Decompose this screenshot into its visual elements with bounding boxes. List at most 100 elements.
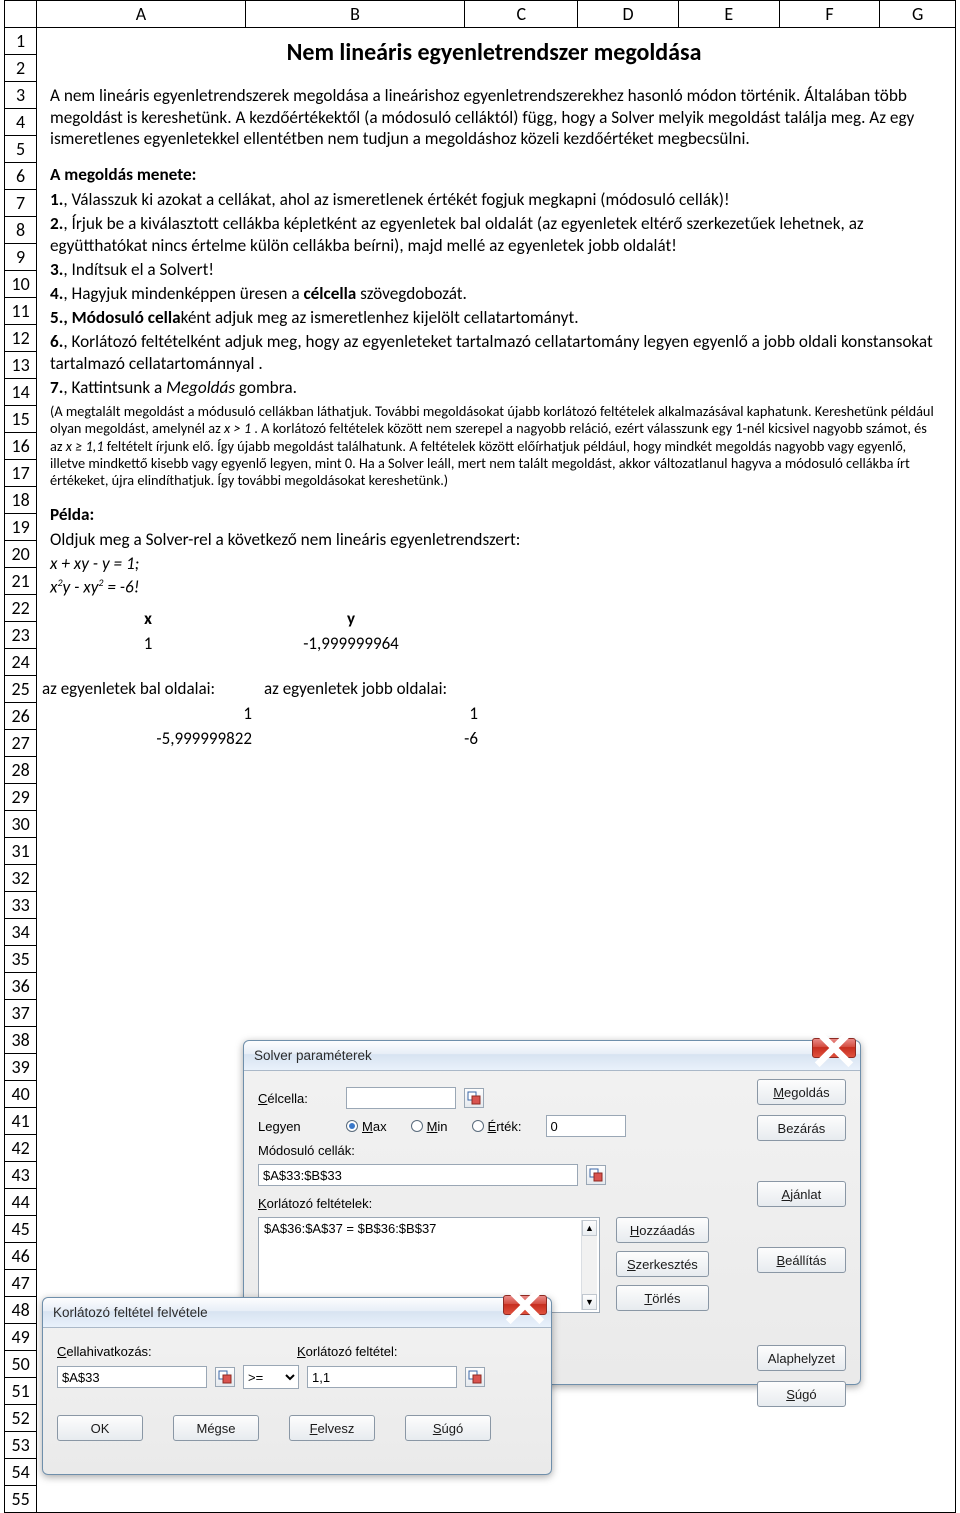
- radio-value[interactable]: Érték:: [472, 1119, 522, 1134]
- constraint-value-input[interactable]: [307, 1366, 457, 1388]
- row-header-43[interactable]: 43: [5, 1162, 37, 1189]
- constraint-item[interactable]: $A$36:$A$37 = $B$36:$B$37: [264, 1221, 594, 1236]
- row-header-17[interactable]: 17: [5, 460, 37, 487]
- refedit-icon[interactable]: [465, 1367, 485, 1387]
- radio-max[interactable]: Max: [346, 1119, 387, 1134]
- row-header-6[interactable]: 6: [5, 163, 37, 190]
- radio-min[interactable]: Min: [411, 1119, 448, 1134]
- add-button[interactable]: Felvesz: [289, 1415, 375, 1441]
- scroll-up-icon[interactable]: ▲: [582, 1220, 597, 1236]
- constraint-value-label: Korlátozó feltétel:: [297, 1344, 397, 1359]
- row-header-10[interactable]: 10: [5, 271, 37, 298]
- solver-buttons-column: Megoldás Bezárás Ajánlat Beállítás Alaph…: [757, 1079, 846, 1407]
- scrollbar[interactable]: ▲ ▼: [581, 1220, 597, 1310]
- row-header-49[interactable]: 49: [5, 1324, 37, 1351]
- row-header-29[interactable]: 29: [5, 784, 37, 811]
- row-header-54[interactable]: 54: [5, 1459, 37, 1486]
- row-header-11[interactable]: 11: [5, 298, 37, 325]
- solver-title: Solver paraméterek: [254, 1048, 854, 1063]
- suggest-button[interactable]: Ajánlat: [757, 1181, 846, 1207]
- row-header-15[interactable]: 15: [5, 406, 37, 433]
- target-cell-input[interactable]: [346, 1087, 456, 1109]
- refedit-icon[interactable]: [586, 1165, 606, 1185]
- step-7: 7., Kattintsunk a Megoldás gombra.: [50, 377, 938, 399]
- row-header-34[interactable]: 34: [5, 919, 37, 946]
- row-header-27[interactable]: 27: [5, 730, 37, 757]
- edit-constraint-button[interactable]: Szerkesztés: [616, 1251, 709, 1277]
- row-header-3[interactable]: 3: [5, 82, 37, 109]
- delete-constraint-button[interactable]: Törlés: [616, 1285, 709, 1311]
- col-header-F[interactable]: F: [779, 1, 880, 28]
- row-header-42[interactable]: 42: [5, 1135, 37, 1162]
- refedit-icon[interactable]: [464, 1088, 484, 1108]
- cell-ref-input[interactable]: [57, 1366, 207, 1388]
- row-header-52[interactable]: 52: [5, 1405, 37, 1432]
- row-header-2[interactable]: 2: [5, 55, 37, 82]
- row-header-24[interactable]: 24: [5, 649, 37, 676]
- close-icon[interactable]: [812, 1038, 856, 1058]
- cancel-button[interactable]: Mégse: [173, 1415, 259, 1441]
- add-constraint-button[interactable]: Hozzáadás: [616, 1217, 709, 1243]
- changing-cells-input[interactable]: [258, 1164, 578, 1186]
- row-header-23[interactable]: 23: [5, 622, 37, 649]
- help-button[interactable]: Súgó: [757, 1381, 846, 1407]
- row-header-38[interactable]: 38: [5, 1027, 37, 1054]
- value-input[interactable]: [546, 1115, 626, 1137]
- row-header-9[interactable]: 9: [5, 244, 37, 271]
- row-header-55[interactable]: 55: [5, 1486, 37, 1513]
- row-header-37[interactable]: 37: [5, 1000, 37, 1027]
- row-header-1[interactable]: 1: [5, 28, 37, 55]
- col-header-A[interactable]: A: [37, 1, 246, 28]
- options-button[interactable]: Beállítás: [757, 1247, 846, 1273]
- row-header-32[interactable]: 32: [5, 865, 37, 892]
- row-header-7[interactable]: 7: [5, 190, 37, 217]
- close-button[interactable]: Bezárás: [757, 1115, 846, 1141]
- col-header-D[interactable]: D: [578, 1, 679, 28]
- row-header-40[interactable]: 40: [5, 1081, 37, 1108]
- row-header-26[interactable]: 26: [5, 703, 37, 730]
- row-header-19[interactable]: 19: [5, 514, 37, 541]
- col-header-G[interactable]: G: [880, 1, 956, 28]
- row-header-14[interactable]: 14: [5, 379, 37, 406]
- row-header-47[interactable]: 47: [5, 1270, 37, 1297]
- row-header-31[interactable]: 31: [5, 838, 37, 865]
- refedit-icon[interactable]: [215, 1367, 235, 1387]
- row-header-35[interactable]: 35: [5, 946, 37, 973]
- solver-titlebar[interactable]: Solver paraméterek: [244, 1041, 860, 1071]
- row-header-50[interactable]: 50: [5, 1351, 37, 1378]
- row-header-4[interactable]: 4: [5, 109, 37, 136]
- row-header-44[interactable]: 44: [5, 1189, 37, 1216]
- row-header-22[interactable]: 22: [5, 595, 37, 622]
- scroll-down-icon[interactable]: ▼: [582, 1294, 597, 1310]
- row-header-51[interactable]: 51: [5, 1378, 37, 1405]
- reset-button[interactable]: Alaphelyzet: [757, 1345, 846, 1371]
- row-header-48[interactable]: 48: [5, 1297, 37, 1324]
- row-header-33[interactable]: 33: [5, 892, 37, 919]
- help-button[interactable]: Súgó: [405, 1415, 491, 1441]
- row-header-39[interactable]: 39: [5, 1054, 37, 1081]
- row-header-18[interactable]: 18: [5, 487, 37, 514]
- row-header-12[interactable]: 12: [5, 325, 37, 352]
- row-header-25[interactable]: 25: [5, 676, 37, 703]
- row-header-45[interactable]: 45: [5, 1216, 37, 1243]
- row-header-30[interactable]: 30: [5, 811, 37, 838]
- row-header-28[interactable]: 28: [5, 757, 37, 784]
- row-header-21[interactable]: 21: [5, 568, 37, 595]
- row-header-13[interactable]: 13: [5, 352, 37, 379]
- ok-button[interactable]: OK: [57, 1415, 143, 1441]
- row-header-8[interactable]: 8: [5, 217, 37, 244]
- solve-button[interactable]: Megoldás: [757, 1079, 846, 1105]
- row-header-36[interactable]: 36: [5, 973, 37, 1000]
- row-header-5[interactable]: 5: [5, 136, 37, 163]
- row-header-41[interactable]: 41: [5, 1108, 37, 1135]
- row-header-53[interactable]: 53: [5, 1432, 37, 1459]
- col-header-B[interactable]: B: [245, 1, 465, 28]
- row-header-16[interactable]: 16: [5, 433, 37, 460]
- col-header-C[interactable]: C: [465, 1, 578, 28]
- col-header-E[interactable]: E: [678, 1, 779, 28]
- row-header-46[interactable]: 46: [5, 1243, 37, 1270]
- row-header-20[interactable]: 20: [5, 541, 37, 568]
- close-icon[interactable]: [503, 1295, 547, 1315]
- operator-combo[interactable]: >=: [243, 1365, 299, 1389]
- constraint-titlebar[interactable]: Korlátozó feltétel felvétele: [43, 1298, 551, 1328]
